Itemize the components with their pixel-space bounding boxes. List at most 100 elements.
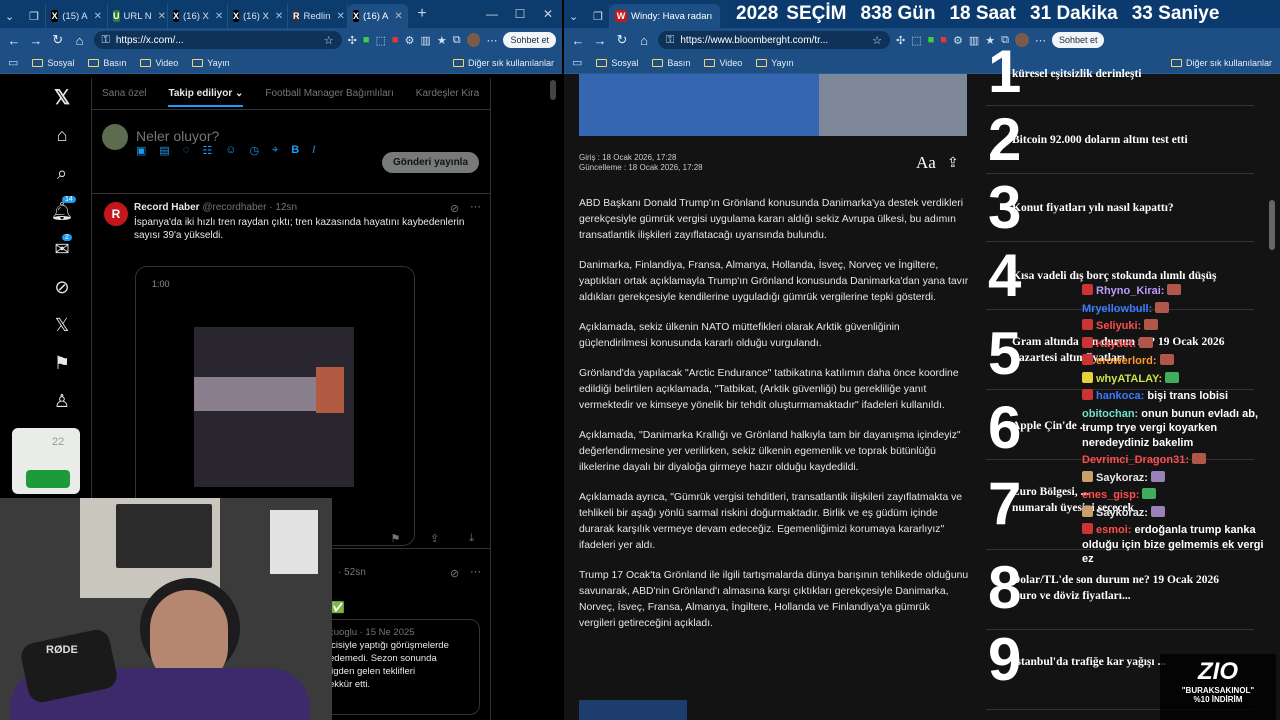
share-icon[interactable]: ⇪ [430, 532, 439, 545]
favorite-star-icon[interactable]: ☆ [324, 34, 334, 47]
close-tab-icon[interactable]: ✕ [275, 11, 283, 22]
location-icon[interactable]: ⌖ [272, 144, 278, 157]
post-button[interactable]: Gönderi yayınla [382, 152, 480, 173]
collections-icon[interactable]: ⧉ [453, 34, 461, 47]
url-field[interactable]: ⚿ https://www.bloomberght.com/tr... ☆ [658, 31, 890, 49]
split-screen-icon[interactable]: ▥ [969, 34, 979, 47]
forward-icon[interactable]: → [28, 33, 44, 48]
extension-icon[interactable]: ⬚ [376, 34, 386, 47]
refresh-icon[interactable]: ↻ [50, 32, 66, 48]
close-tab-icon[interactable]: ✕ [336, 11, 344, 22]
home-nav-icon[interactable]: ⌂ [40, 116, 84, 154]
back-icon[interactable]: ← [6, 33, 22, 48]
media-icon[interactable]: ▣ [136, 144, 146, 157]
font-size-button[interactable]: Aa [916, 153, 936, 173]
explore-search-icon[interactable]: ⌕ [40, 154, 84, 192]
extensions-icon[interactable]: ⚙ [405, 34, 415, 47]
emoji-icon[interactable]: ☺ [225, 144, 236, 157]
bookmark-icon[interactable]: ⚑ [390, 532, 400, 545]
more-icon[interactable]: ⋯ [486, 34, 497, 47]
maximize-button[interactable]: ☐ [506, 7, 534, 21]
author-handle[interactable]: @recordhaber [202, 202, 266, 213]
grok-image-icon[interactable]: ◌ [183, 144, 190, 157]
workspaces-button[interactable]: ❐ [24, 4, 46, 28]
bookmark-yayin[interactable]: Yayın [756, 58, 794, 68]
home-icon[interactable]: ⌂ [636, 33, 652, 48]
avatar[interactable]: R [104, 202, 128, 226]
left-scrollbar-thumb[interactable] [550, 80, 556, 100]
tab-windy[interactable]: W Windy: Hava radarı [610, 4, 720, 28]
tab-community-kardesler[interactable]: Kardeşler Kira [416, 88, 479, 99]
back-icon[interactable]: ← [570, 33, 586, 48]
reading-list-icon[interactable]: ▭ [572, 56, 582, 69]
bookmark-video[interactable]: Video [140, 58, 178, 68]
favorite-star-icon[interactable]: ☆ [872, 34, 882, 47]
bookmark-sosyal[interactable]: Sosyal [32, 58, 74, 68]
schedule-icon[interactable]: ◷ [249, 144, 259, 157]
extension-icon[interactable]: ✣ [348, 34, 357, 47]
most-read-item[interactable]: 2 Bitcoin 92.000 doların altını test etti [986, 106, 1254, 174]
premium-x-icon[interactable]: 𝕏 [40, 306, 84, 344]
home-icon[interactable]: ⌂ [72, 33, 88, 48]
compose-input[interactable]: Neler oluyor? [136, 128, 219, 144]
forward-icon[interactable]: → [592, 33, 608, 48]
notifications-bell-icon[interactable]: 🔔︎ 14 [40, 192, 84, 230]
extension-green-icon[interactable]: ■ [928, 34, 935, 46]
tweet-time[interactable]: 12sn [275, 202, 297, 213]
tweet-time[interactable]: · 52sn [338, 567, 366, 578]
tab-1[interactable]: X (15) A ✕ [46, 4, 108, 28]
new-tab-button[interactable]: + [408, 5, 436, 23]
refresh-icon[interactable]: ↻ [614, 32, 630, 48]
minimize-button[interactable]: — [478, 7, 506, 21]
author-name[interactable]: Record Haber [134, 202, 200, 213]
close-tab-icon[interactable]: ✕ [94, 11, 102, 22]
tab-community-fm[interactable]: Football Manager Bağımlıları [265, 88, 393, 99]
other-favorites[interactable]: Diğer sık kullanılanlar [1170, 58, 1272, 68]
tab-6-active[interactable]: X (16) A ✕ [348, 4, 408, 28]
extension-red-icon[interactable]: ■ [392, 34, 399, 46]
tab-2[interactable]: U URL N ✕ [108, 4, 168, 28]
other-favorites[interactable]: Diğer sık kullanılanlar [452, 58, 554, 68]
tab-following[interactable]: Takip ediliyor ⌄ [168, 88, 244, 107]
most-read-item[interactable]: 3 Konut fiyatları yılı nasıl kapattı? [986, 174, 1254, 242]
favorites-icon[interactable]: ★ [437, 34, 447, 47]
url-field[interactable]: ⚿ https://x.com/... ☆ [93, 31, 342, 49]
extension-green-icon[interactable]: ■ [363, 34, 370, 46]
italic-icon[interactable]: I [312, 144, 315, 157]
tab-5[interactable]: R Redlin ✕ [288, 4, 348, 28]
bold-icon[interactable]: B [291, 144, 299, 157]
bookmark-yayin[interactable]: Yayın [192, 58, 230, 68]
copilot-chat-button[interactable]: Sohbet et [503, 32, 557, 48]
extension-icon[interactable]: ⬚ [911, 34, 921, 47]
grok-icon[interactable]: ⊘ [450, 202, 459, 215]
more-icon[interactable]: ⋯ [470, 565, 481, 578]
jobs-icon[interactable]: ♙ [40, 382, 84, 420]
right-scrollbar-thumb[interactable] [1269, 200, 1275, 250]
poll-icon[interactable]: ☷ [202, 144, 212, 157]
bookmark-basin[interactable]: Basın [652, 58, 690, 68]
messages-envelope-icon[interactable]: ✉ 2 [40, 230, 84, 268]
bookmark-video[interactable]: Video [704, 58, 742, 68]
share-icon[interactable]: ⇪ [947, 154, 959, 171]
close-tab-icon[interactable]: ✕ [215, 11, 223, 22]
download-icon[interactable]: ⤓ [469, 532, 474, 545]
x-logo-icon[interactable]: 𝕏 [40, 78, 84, 116]
close-window-button[interactable]: ✕ [534, 7, 562, 21]
close-tab-icon[interactable]: ✕ [158, 11, 166, 22]
tab-3[interactable]: X (16) X ✕ [168, 4, 228, 28]
reading-list-icon[interactable]: ▭ [8, 56, 18, 69]
tab-list-button[interactable]: ⌄ [564, 4, 588, 28]
split-screen-icon[interactable]: ▥ [420, 34, 430, 47]
profile-avatar[interactable] [466, 33, 481, 47]
copilot-chat-button[interactable]: Sohbet et [1051, 32, 1105, 48]
extension-icon[interactable]: ✣ [896, 34, 905, 47]
workspaces-button[interactable]: ❐ [588, 4, 610, 28]
tweet[interactable]: R Record Haber @recordhaber · 12sn ⊘ ⋯ İ… [92, 194, 490, 549]
gif-icon[interactable]: ▤ [159, 144, 169, 157]
tab-for-you[interactable]: Sana özel [102, 88, 146, 99]
more-icon[interactable]: ⋯ [1035, 34, 1046, 47]
grok-icon[interactable]: ⊘ [450, 567, 459, 580]
grok-icon[interactable]: ⊘ [40, 268, 84, 306]
bookmark-basin[interactable]: Basın [88, 58, 126, 68]
tab-list-button[interactable]: ⌄ [0, 4, 24, 28]
